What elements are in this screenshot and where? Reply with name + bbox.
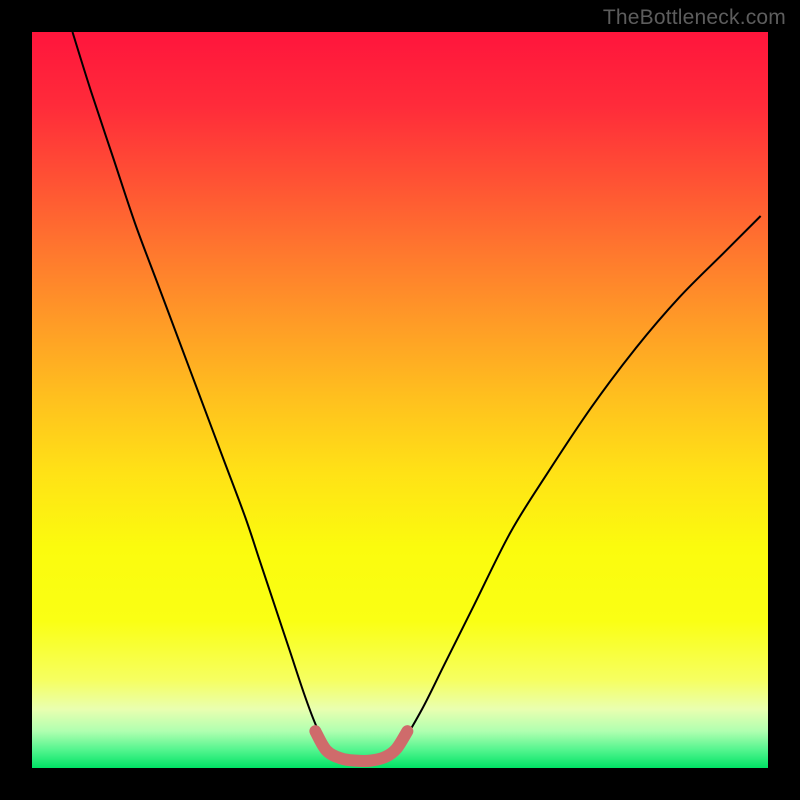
chart-lines	[32, 32, 768, 768]
highlight-band	[315, 731, 407, 761]
watermark-text: TheBottleneck.com	[603, 6, 786, 30]
plot-area	[32, 32, 768, 768]
bottleneck-curve	[72, 32, 760, 764]
chart-frame: TheBottleneck.com	[0, 0, 800, 800]
